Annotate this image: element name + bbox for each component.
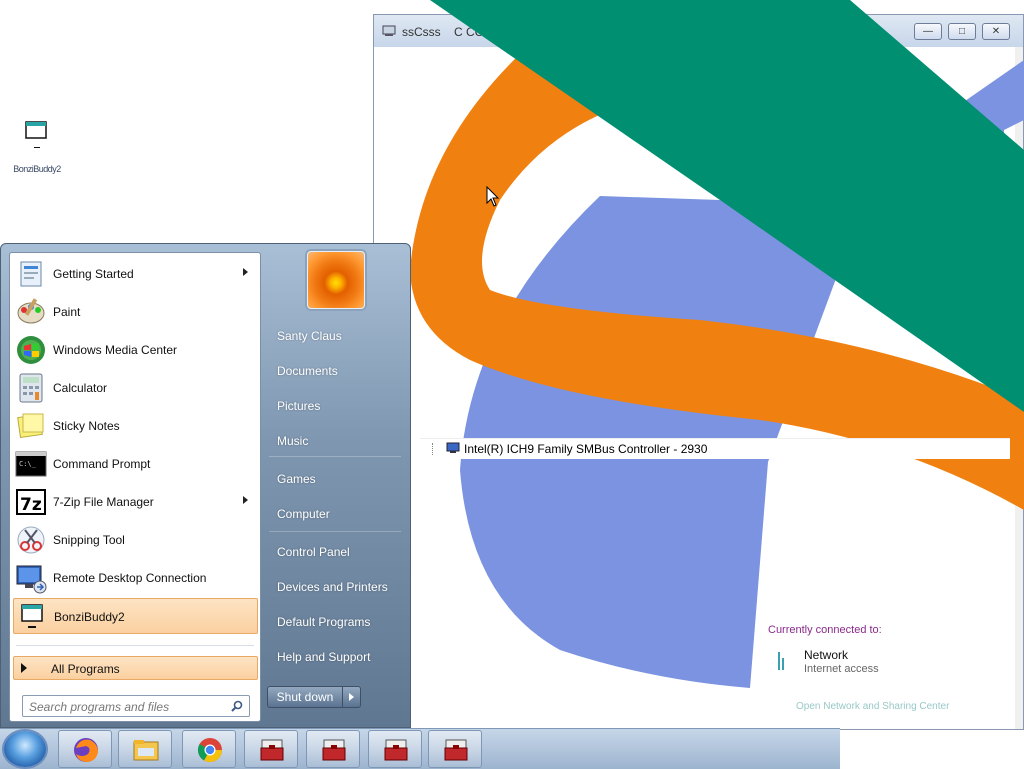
submenu-arrow-icon <box>243 268 248 276</box>
device-label: Intel(R) ICH9 Family SMBus Controller - … <box>464 442 708 456</box>
program-item[interactable]: 7z 7-Zip File Manager <box>13 484 258 520</box>
command-prompt-icon: C:\_ <box>15 451 47 477</box>
right-pane-separator <box>269 531 401 532</box>
shutdown-options-button[interactable] <box>342 686 361 708</box>
program-label: Remote Desktop Connection <box>53 571 207 585</box>
all-programs-button[interactable]: All Programs <box>13 656 258 680</box>
start-button[interactable] <box>4 731 46 767</box>
tree-connector <box>432 443 447 455</box>
program-item[interactable]: Getting Started <box>13 256 258 292</box>
open-network-center-link[interactable]: Open Network and Sharing Center <box>796 701 949 712</box>
program-label: Snipping Tool <box>53 533 125 547</box>
device-tree-row[interactable]: Intel(R) ICH9 Family SMBus Controller - … <box>420 438 1010 459</box>
taskbar <box>0 728 840 769</box>
right-link[interactable]: Computer <box>269 501 405 527</box>
right-link[interactable]: Games <box>269 466 405 492</box>
getting-started-icon <box>20 261 42 287</box>
explorer-icon <box>133 740 159 761</box>
chrome-icon <box>197 738 222 763</box>
taskbar-toolbox-2[interactable] <box>306 730 360 768</box>
search-box[interactable] <box>22 695 250 717</box>
program-item[interactable]: Paint <box>13 294 258 330</box>
right-link[interactable]: Devices and Printers <box>269 574 405 600</box>
toolbox-icon <box>384 739 408 761</box>
search-icon <box>231 700 243 712</box>
connected-to-label: Currently connected to: <box>768 624 882 636</box>
program-item[interactable]: BonziBuddy2 <box>13 598 258 634</box>
programs-pane: Getting Started Paint Windows Media Center… <box>9 252 261 722</box>
seven-zip-icon: 7z <box>16 489 46 515</box>
program-item[interactable]: Windows Media Center <box>13 332 258 368</box>
right-link[interactable]: Documents <box>269 358 405 384</box>
right-link[interactable]: Music <box>269 428 405 454</box>
network-flyout: Currently connected to: Network Internet… <box>760 620 1024 720</box>
right-pane-separator <box>269 456 401 457</box>
programs-separator <box>16 645 254 646</box>
toolbox-icon <box>322 739 346 761</box>
taskbar-toolbox-3[interactable] <box>368 730 422 768</box>
sticky-notes-icon <box>17 413 44 438</box>
submenu-arrow-icon <box>243 496 248 504</box>
taskbar-explorer[interactable] <box>118 730 172 768</box>
network-status: Internet access <box>804 663 879 675</box>
taskbar-firefox[interactable] <box>58 730 112 768</box>
program-label: 7-Zip File Manager <box>53 495 154 509</box>
calculator-icon <box>19 373 43 403</box>
network-name: Network <box>804 648 849 662</box>
program-label: Getting Started <box>53 267 134 281</box>
right-link[interactable]: Help and Support <box>269 644 405 670</box>
taskbar-chrome[interactable] <box>182 730 236 768</box>
program-item[interactable]: Remote Desktop Connection <box>13 560 258 596</box>
svg-text:C:\_: C:\_ <box>19 460 37 468</box>
snipping-tool-icon <box>17 526 45 554</box>
program-item[interactable]: Snipping Tool <box>13 522 258 558</box>
program-label: Paint <box>53 305 81 319</box>
all-programs-label: All Programs <box>51 662 120 676</box>
toolbox-icon <box>444 739 468 761</box>
start-menu: Getting Started Paint Windows Media Center… <box>0 243 411 728</box>
chevron-right-icon <box>349 693 354 701</box>
user-avatar[interactable] <box>307 251 365 309</box>
svg-text:7z: 7z <box>20 495 42 515</box>
mouse-cursor-icon <box>486 186 500 207</box>
program-label: Command Prompt <box>53 457 151 471</box>
program-item[interactable]: Sticky Notes <box>13 408 258 444</box>
taskbar-toolbox-4[interactable] <box>428 730 482 768</box>
shutdown-button[interactable]: Shut down <box>267 686 343 708</box>
arrow-right-icon <box>21 663 27 673</box>
right-link[interactable]: Pictures <box>269 393 405 419</box>
device-icon <box>446 442 460 453</box>
media-center-icon <box>17 336 45 364</box>
paint-icon <box>17 298 45 324</box>
program-label: Windows Media Center <box>53 343 178 357</box>
program-label: BonziBuddy2 <box>54 610 125 624</box>
firefox-icon <box>74 738 98 762</box>
toolbox-icon <box>260 739 284 761</box>
program-item[interactable]: C:\_ Command Prompt <box>13 446 258 482</box>
network-signal-icon <box>778 652 784 670</box>
bonzi-icon <box>21 604 43 628</box>
program-item[interactable]: Calculator <box>13 370 258 406</box>
program-label: Calculator <box>53 381 108 395</box>
right-link[interactable]: Santy Claus <box>269 323 405 349</box>
right-link[interactable]: Default Programs <box>269 609 405 635</box>
search-input[interactable] <box>27 698 221 716</box>
remote-desktop-icon <box>16 565 47 594</box>
taskbar-toolbox-1[interactable] <box>244 730 298 768</box>
program-label: Sticky Notes <box>53 419 120 433</box>
right-link[interactable]: Control Panel <box>269 539 405 565</box>
